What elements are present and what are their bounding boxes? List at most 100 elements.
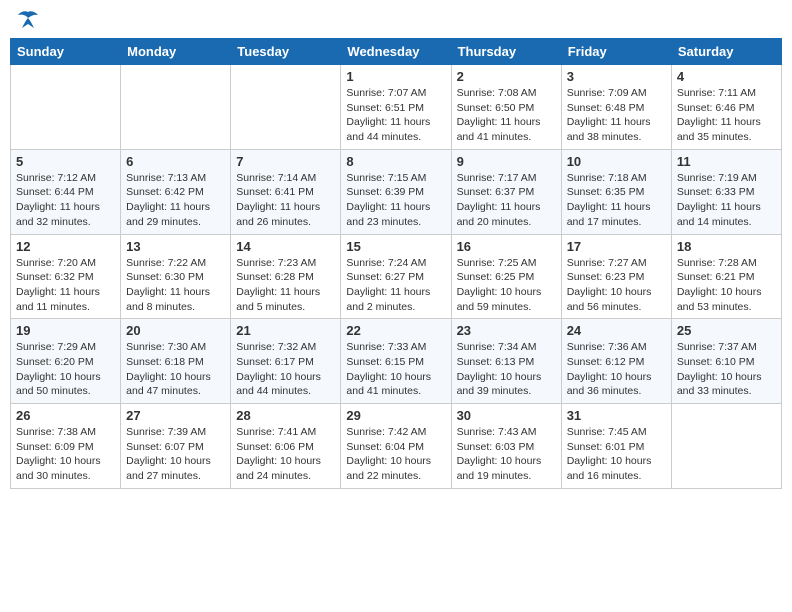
- calendar-cell: 3 Sunrise: 7:09 AMSunset: 6:48 PMDaylight…: [561, 65, 671, 150]
- calendar-cell: 8 Sunrise: 7:15 AMSunset: 6:39 PMDaylight…: [341, 149, 451, 234]
- calendar-cell: 30 Sunrise: 7:43 AMSunset: 6:03 PMDayligh…: [451, 404, 561, 489]
- day-info: Sunrise: 7:13 AMSunset: 6:42 PMDaylight:…: [126, 171, 225, 230]
- calendar-week-row: 26Sunrise: 7:38 AMSunset: 6:09 PMDayligh…: [11, 404, 782, 489]
- day-info: Sunrise: 7:30 AMSunset: 6:18 PMDaylight:…: [126, 340, 225, 399]
- day-number: 30: [457, 408, 556, 423]
- day-info: Sunrise: 7:41 AMSunset: 6:06 PMDaylight:…: [236, 425, 335, 484]
- day-number: 12: [16, 239, 115, 254]
- day-info: Sunrise: 7:14 AMSunset: 6:41 PMDaylight:…: [236, 171, 335, 230]
- calendar-table: SundayMondayTuesdayWednesdayThursdayFrid…: [10, 38, 782, 489]
- calendar-cell: 26Sunrise: 7:38 AMSunset: 6:09 PMDayligh…: [11, 404, 121, 489]
- day-number: 31: [567, 408, 666, 423]
- day-info: Sunrise: 7:28 AMSunset: 6:21 PMDaylight:…: [677, 256, 776, 315]
- day-info: Sunrise: 7:45 AMSunset: 6:01 PMDaylight:…: [567, 425, 666, 484]
- calendar-cell: 25 Sunrise: 7:37 AMSunset: 6:10 PMDayligh…: [671, 319, 781, 404]
- day-number: 16: [457, 239, 556, 254]
- calendar-cell: 29 Sunrise: 7:42 AMSunset: 6:04 PMDayligh…: [341, 404, 451, 489]
- calendar-cell: 6 Sunrise: 7:13 AMSunset: 6:42 PMDaylight…: [121, 149, 231, 234]
- day-info: Sunrise: 7:29 AMSunset: 6:20 PMDaylight:…: [16, 340, 115, 399]
- calendar-cell: 20Sunrise: 7:30 AMSunset: 6:18 PMDayligh…: [121, 319, 231, 404]
- day-info: Sunrise: 7:36 AMSunset: 6:12 PMDaylight:…: [567, 340, 666, 399]
- logo: [14, 10, 40, 30]
- calendar-cell: 31 Sunrise: 7:45 AMSunset: 6:01 PMDayligh…: [561, 404, 671, 489]
- day-number: 25: [677, 323, 776, 338]
- day-number: 11: [677, 154, 776, 169]
- day-number: 21: [236, 323, 335, 338]
- day-number: 4: [677, 69, 776, 84]
- calendar-header-saturday: Saturday: [671, 39, 781, 65]
- day-info: Sunrise: 7:07 AMSunset: 6:51 PMDaylight:…: [346, 86, 445, 145]
- calendar-cell: 28 Sunrise: 7:41 AMSunset: 6:06 PMDayligh…: [231, 404, 341, 489]
- calendar-cell: 14 Sunrise: 7:23 AMSunset: 6:28 PMDayligh…: [231, 234, 341, 319]
- calendar-week-row: 19 Sunrise: 7:29 AMSunset: 6:20 PMDayligh…: [11, 319, 782, 404]
- calendar-cell: 7 Sunrise: 7:14 AMSunset: 6:41 PMDaylight…: [231, 149, 341, 234]
- day-number: 13: [126, 239, 225, 254]
- calendar-cell: 27 Sunrise: 7:39 AMSunset: 6:07 PMDayligh…: [121, 404, 231, 489]
- calendar-cell: 9 Sunrise: 7:17 AMSunset: 6:37 PMDaylight…: [451, 149, 561, 234]
- calendar-cell: 13 Sunrise: 7:22 AMSunset: 6:30 PMDayligh…: [121, 234, 231, 319]
- day-number: 15: [346, 239, 445, 254]
- day-info: Sunrise: 7:24 AMSunset: 6:27 PMDaylight:…: [346, 256, 445, 315]
- day-number: 7: [236, 154, 335, 169]
- day-info: Sunrise: 7:12 AMSunset: 6:44 PMDaylight:…: [16, 171, 115, 230]
- day-info: Sunrise: 7:37 AMSunset: 6:10 PMDaylight:…: [677, 340, 776, 399]
- day-info: Sunrise: 7:19 AMSunset: 6:33 PMDaylight:…: [677, 171, 776, 230]
- calendar-header-monday: Monday: [121, 39, 231, 65]
- day-info: Sunrise: 7:42 AMSunset: 6:04 PMDaylight:…: [346, 425, 445, 484]
- day-number: 27: [126, 408, 225, 423]
- day-info: Sunrise: 7:08 AMSunset: 6:50 PMDaylight:…: [457, 86, 556, 145]
- day-info: Sunrise: 7:15 AMSunset: 6:39 PMDaylight:…: [346, 171, 445, 230]
- day-number: 29: [346, 408, 445, 423]
- day-info: Sunrise: 7:22 AMSunset: 6:30 PMDaylight:…: [126, 256, 225, 315]
- day-info: Sunrise: 7:23 AMSunset: 6:28 PMDaylight:…: [236, 256, 335, 315]
- day-info: Sunrise: 7:18 AMSunset: 6:35 PMDaylight:…: [567, 171, 666, 230]
- calendar-cell: 16 Sunrise: 7:25 AMSunset: 6:25 PMDayligh…: [451, 234, 561, 319]
- calendar-cell: 1Sunrise: 7:07 AMSunset: 6:51 PMDaylight…: [341, 65, 451, 150]
- calendar-header-thursday: Thursday: [451, 39, 561, 65]
- calendar-week-row: 12 Sunrise: 7:20 AMSunset: 6:32 PMDayligh…: [11, 234, 782, 319]
- day-number: 18: [677, 239, 776, 254]
- calendar-cell: 24 Sunrise: 7:36 AMSunset: 6:12 PMDayligh…: [561, 319, 671, 404]
- day-number: 10: [567, 154, 666, 169]
- day-number: 19: [16, 323, 115, 338]
- page-header: [10, 10, 782, 30]
- calendar-cell: 11 Sunrise: 7:19 AMSunset: 6:33 PMDayligh…: [671, 149, 781, 234]
- day-info: Sunrise: 7:33 AMSunset: 6:15 PMDaylight:…: [346, 340, 445, 399]
- calendar-cell: 15 Sunrise: 7:24 AMSunset: 6:27 PMDayligh…: [341, 234, 451, 319]
- logo-bird-icon: [16, 10, 40, 30]
- calendar-cell: 5 Sunrise: 7:12 AMSunset: 6:44 PMDaylight…: [11, 149, 121, 234]
- day-number: 3: [567, 69, 666, 84]
- calendar-week-row: 5 Sunrise: 7:12 AMSunset: 6:44 PMDaylight…: [11, 149, 782, 234]
- day-info: Sunrise: 7:20 AMSunset: 6:32 PMDaylight:…: [16, 256, 115, 315]
- calendar-cell: 10 Sunrise: 7:18 AMSunset: 6:35 PMDayligh…: [561, 149, 671, 234]
- day-info: Sunrise: 7:39 AMSunset: 6:07 PMDaylight:…: [126, 425, 225, 484]
- calendar-cell: [11, 65, 121, 150]
- calendar-cell: [121, 65, 231, 150]
- day-info: Sunrise: 7:25 AMSunset: 6:25 PMDaylight:…: [457, 256, 556, 315]
- calendar-cell: 19 Sunrise: 7:29 AMSunset: 6:20 PMDayligh…: [11, 319, 121, 404]
- day-number: 28: [236, 408, 335, 423]
- calendar-cell: 2 Sunrise: 7:08 AMSunset: 6:50 PMDaylight…: [451, 65, 561, 150]
- day-number: 24: [567, 323, 666, 338]
- day-info: Sunrise: 7:43 AMSunset: 6:03 PMDaylight:…: [457, 425, 556, 484]
- day-number: 23: [457, 323, 556, 338]
- calendar-cell: 17 Sunrise: 7:27 AMSunset: 6:23 PMDayligh…: [561, 234, 671, 319]
- day-number: 9: [457, 154, 556, 169]
- day-number: 17: [567, 239, 666, 254]
- calendar-header-tuesday: Tuesday: [231, 39, 341, 65]
- calendar-week-row: 1Sunrise: 7:07 AMSunset: 6:51 PMDaylight…: [11, 65, 782, 150]
- day-number: 2: [457, 69, 556, 84]
- day-number: 8: [346, 154, 445, 169]
- calendar-cell: [671, 404, 781, 489]
- day-info: Sunrise: 7:27 AMSunset: 6:23 PMDaylight:…: [567, 256, 666, 315]
- day-number: 5: [16, 154, 115, 169]
- day-number: 6: [126, 154, 225, 169]
- calendar-cell: 22Sunrise: 7:33 AMSunset: 6:15 PMDayligh…: [341, 319, 451, 404]
- day-number: 14: [236, 239, 335, 254]
- day-info: Sunrise: 7:17 AMSunset: 6:37 PMDaylight:…: [457, 171, 556, 230]
- day-info: Sunrise: 7:34 AMSunset: 6:13 PMDaylight:…: [457, 340, 556, 399]
- day-info: Sunrise: 7:11 AMSunset: 6:46 PMDaylight:…: [677, 86, 776, 145]
- calendar-cell: 18 Sunrise: 7:28 AMSunset: 6:21 PMDayligh…: [671, 234, 781, 319]
- calendar-header-friday: Friday: [561, 39, 671, 65]
- day-info: Sunrise: 7:09 AMSunset: 6:48 PMDaylight:…: [567, 86, 666, 145]
